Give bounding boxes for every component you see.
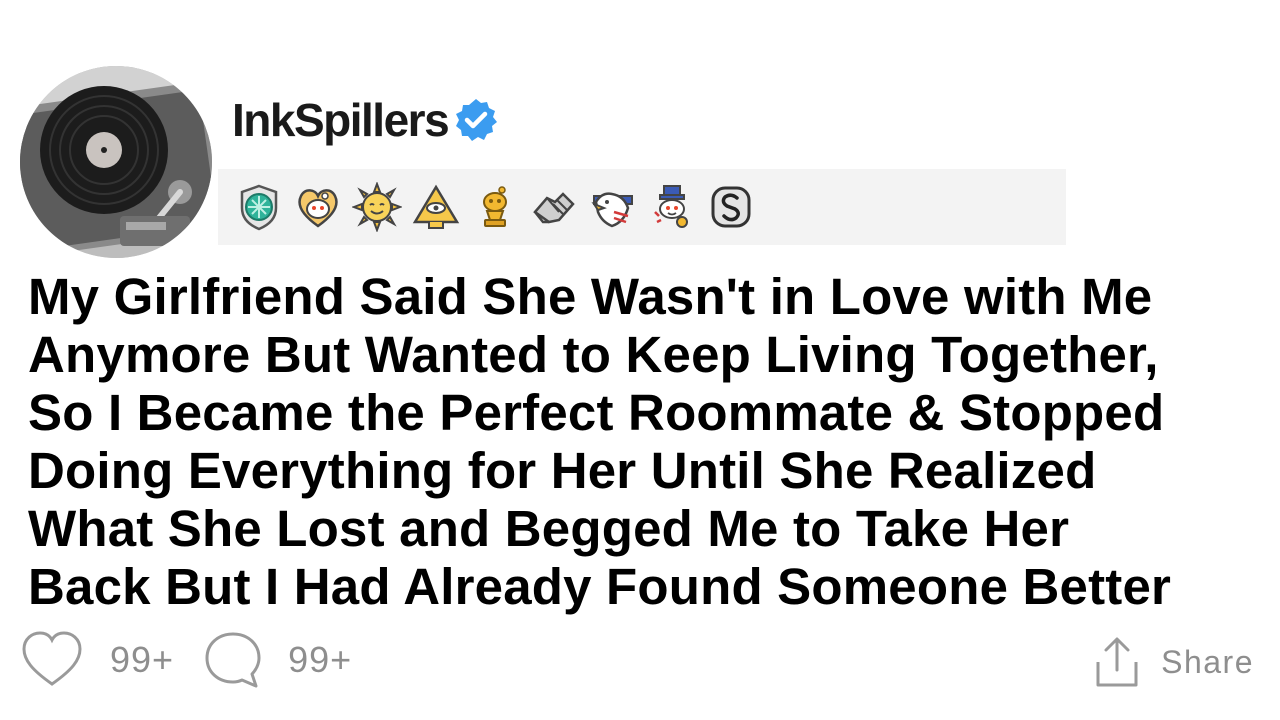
gold-trophy-snoo-award-icon[interactable]: [470, 182, 520, 232]
comment-icon[interactable]: [204, 630, 262, 690]
avatar[interactable]: [20, 66, 212, 258]
like-count: 99+: [110, 639, 175, 680]
awards-bar: [218, 169, 1066, 245]
uncle-sam-snoo-award-icon[interactable]: [647, 182, 697, 232]
post-title-line: Doing Everything for Her Until She Reali…: [28, 442, 1097, 499]
pyramid-eye-award-icon[interactable]: [411, 182, 461, 232]
post-actions: 99+ 99+: [20, 628, 382, 692]
gem-shield-award-icon[interactable]: [234, 182, 284, 232]
post-title-line: So I Became the Perfect Roommate & Stopp…: [28, 384, 1165, 441]
heart-icon[interactable]: [20, 630, 84, 690]
post-title: My Girlfriend Said She Wasn't in Love wi…: [28, 268, 1278, 616]
record-player-icon: [20, 66, 212, 258]
silver-s-award-icon[interactable]: [706, 182, 756, 232]
verified-badge-icon: [456, 99, 498, 141]
post-title-line: My Girlfriend Said She Wasn't in Love wi…: [28, 268, 1153, 325]
comment-count: 99+: [288, 639, 353, 680]
post-title-line: What She Lost and Begged Me to Take Her: [28, 500, 1070, 557]
sun-face-award-icon[interactable]: [352, 182, 402, 232]
post-title-line: Anymore But Wanted to Keep Living Togeth…: [28, 326, 1159, 383]
username[interactable]: InkSpillers: [232, 93, 450, 147]
eagle-award-icon[interactable]: [588, 182, 638, 232]
handshake-award-icon[interactable]: [529, 182, 579, 232]
heart-snoo-award-icon[interactable]: [293, 182, 343, 232]
post-title-line: Back But I Had Already Found Someone Bet…: [28, 558, 1172, 615]
user-header: InkSpillers: [232, 92, 500, 148]
share-icon: [1096, 637, 1138, 687]
share-button[interactable]: Share: [1095, 632, 1254, 692]
share-label: Share: [1161, 643, 1254, 680]
